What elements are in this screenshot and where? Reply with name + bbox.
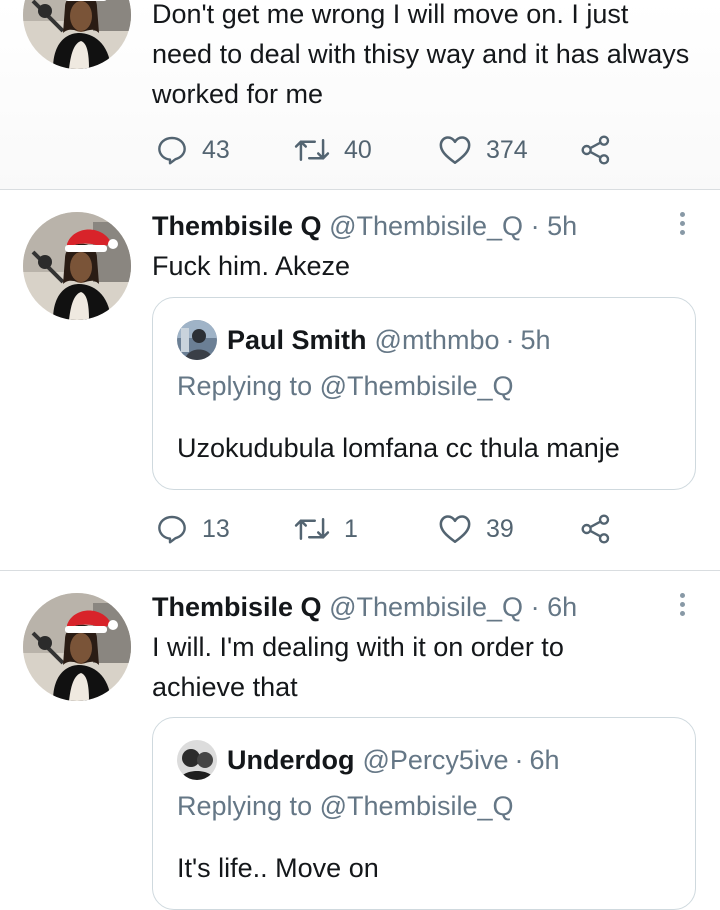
heart-icon xyxy=(439,136,471,165)
quoted-tweet-header: Paul Smith @mthmbo · 5h xyxy=(177,320,551,360)
retweet-button[interactable]: 40 xyxy=(294,132,372,168)
share-button[interactable] xyxy=(580,132,612,168)
quoted-avatar xyxy=(177,740,217,780)
share-icon xyxy=(581,135,610,165)
retweet-count: 40 xyxy=(344,135,372,164)
separator-dot: · xyxy=(530,592,540,622)
display-name[interactable]: Thembisile Q xyxy=(152,592,322,622)
tweet-header: Thembisile Q @Thembisile_Q · 5h xyxy=(152,210,577,242)
retweet-icon xyxy=(294,518,330,540)
tweet-text: I will. I'm dealing with it on order to … xyxy=(152,632,564,702)
heart-icon xyxy=(439,515,471,544)
quoted-timestamp: 6h xyxy=(529,745,560,775)
separator-dot: · xyxy=(530,211,540,241)
tweet-text: Fuck him. Akeze xyxy=(152,251,351,281)
quoted-avatar xyxy=(177,320,217,360)
tweet-header: Thembisile Q @Thembisile_Q · 6h xyxy=(152,591,577,623)
separator-dot: · xyxy=(514,745,524,775)
avatar[interactable] xyxy=(23,212,131,320)
tweet-text: Don't get me wrong I will move on. I jus… xyxy=(152,0,690,109)
avatar[interactable] xyxy=(23,593,131,701)
share-button[interactable] xyxy=(580,511,612,547)
quoted-tweet[interactable]: Paul Smith @mthmbo · 5h Replying to @The… xyxy=(152,297,696,490)
reply-count: 43 xyxy=(202,135,230,164)
more-vertical-icon[interactable] xyxy=(678,212,686,242)
like-button[interactable]: 39 xyxy=(438,511,514,547)
user-handle[interactable]: @Thembisile_Q xyxy=(329,592,523,622)
quoted-display-name: Underdog xyxy=(227,745,355,775)
reply-icon xyxy=(158,136,186,165)
user-handle[interactable]: @Thembisile_Q xyxy=(329,211,523,241)
reply-count: 13 xyxy=(202,514,230,543)
tweet-2[interactable]: Thembisile Q @Thembisile_Q · 5h Fuck him… xyxy=(0,190,720,570)
like-count: 39 xyxy=(486,514,514,543)
tweet-actions: 43 40 374 xyxy=(156,132,626,168)
tweet-actions: 13 1 39 xyxy=(156,511,626,547)
quoted-tweet[interactable]: Underdog @Percy5ive · 6h Replying to @Th… xyxy=(152,717,696,910)
timestamp[interactable]: 5h xyxy=(547,211,577,241)
retweet-count: 1 xyxy=(344,514,358,543)
replying-to: Replying to @Thembisile_Q xyxy=(177,371,514,401)
display-name[interactable]: Thembisile Q xyxy=(152,211,322,241)
reply-button[interactable]: 43 xyxy=(156,132,230,168)
quoted-tweet-text: Uzokudubula lomfana cc thula manje xyxy=(177,433,620,463)
timestamp[interactable]: 6h xyxy=(547,592,577,622)
retweet-icon xyxy=(294,139,330,161)
like-button[interactable]: 374 xyxy=(438,132,528,168)
more-vertical-icon[interactable] xyxy=(678,593,686,623)
like-count: 374 xyxy=(486,135,528,164)
quoted-user-handle: @Percy5ive xyxy=(362,745,509,775)
reply-button[interactable]: 13 xyxy=(156,511,230,547)
quoted-display-name: Paul Smith xyxy=(227,325,367,355)
quoted-tweet-header: Underdog @Percy5ive · 6h xyxy=(177,740,560,780)
separator-dot: · xyxy=(505,325,515,355)
share-icon xyxy=(581,514,610,544)
replying-to: Replying to @Thembisile_Q xyxy=(177,791,514,821)
quoted-tweet-text: It's life.. Move on xyxy=(177,853,379,883)
avatar[interactable] xyxy=(23,0,131,69)
quoted-user-handle: @mthmbo xyxy=(374,325,500,355)
quoted-timestamp: 5h xyxy=(520,325,551,355)
tweet-1[interactable]: Don't get me wrong I will move on. I jus… xyxy=(0,0,720,189)
retweet-button[interactable]: 1 xyxy=(294,511,358,547)
tweet-3[interactable]: Thembisile Q @Thembisile_Q · 6h I will. … xyxy=(0,571,720,910)
reply-icon xyxy=(158,515,186,544)
